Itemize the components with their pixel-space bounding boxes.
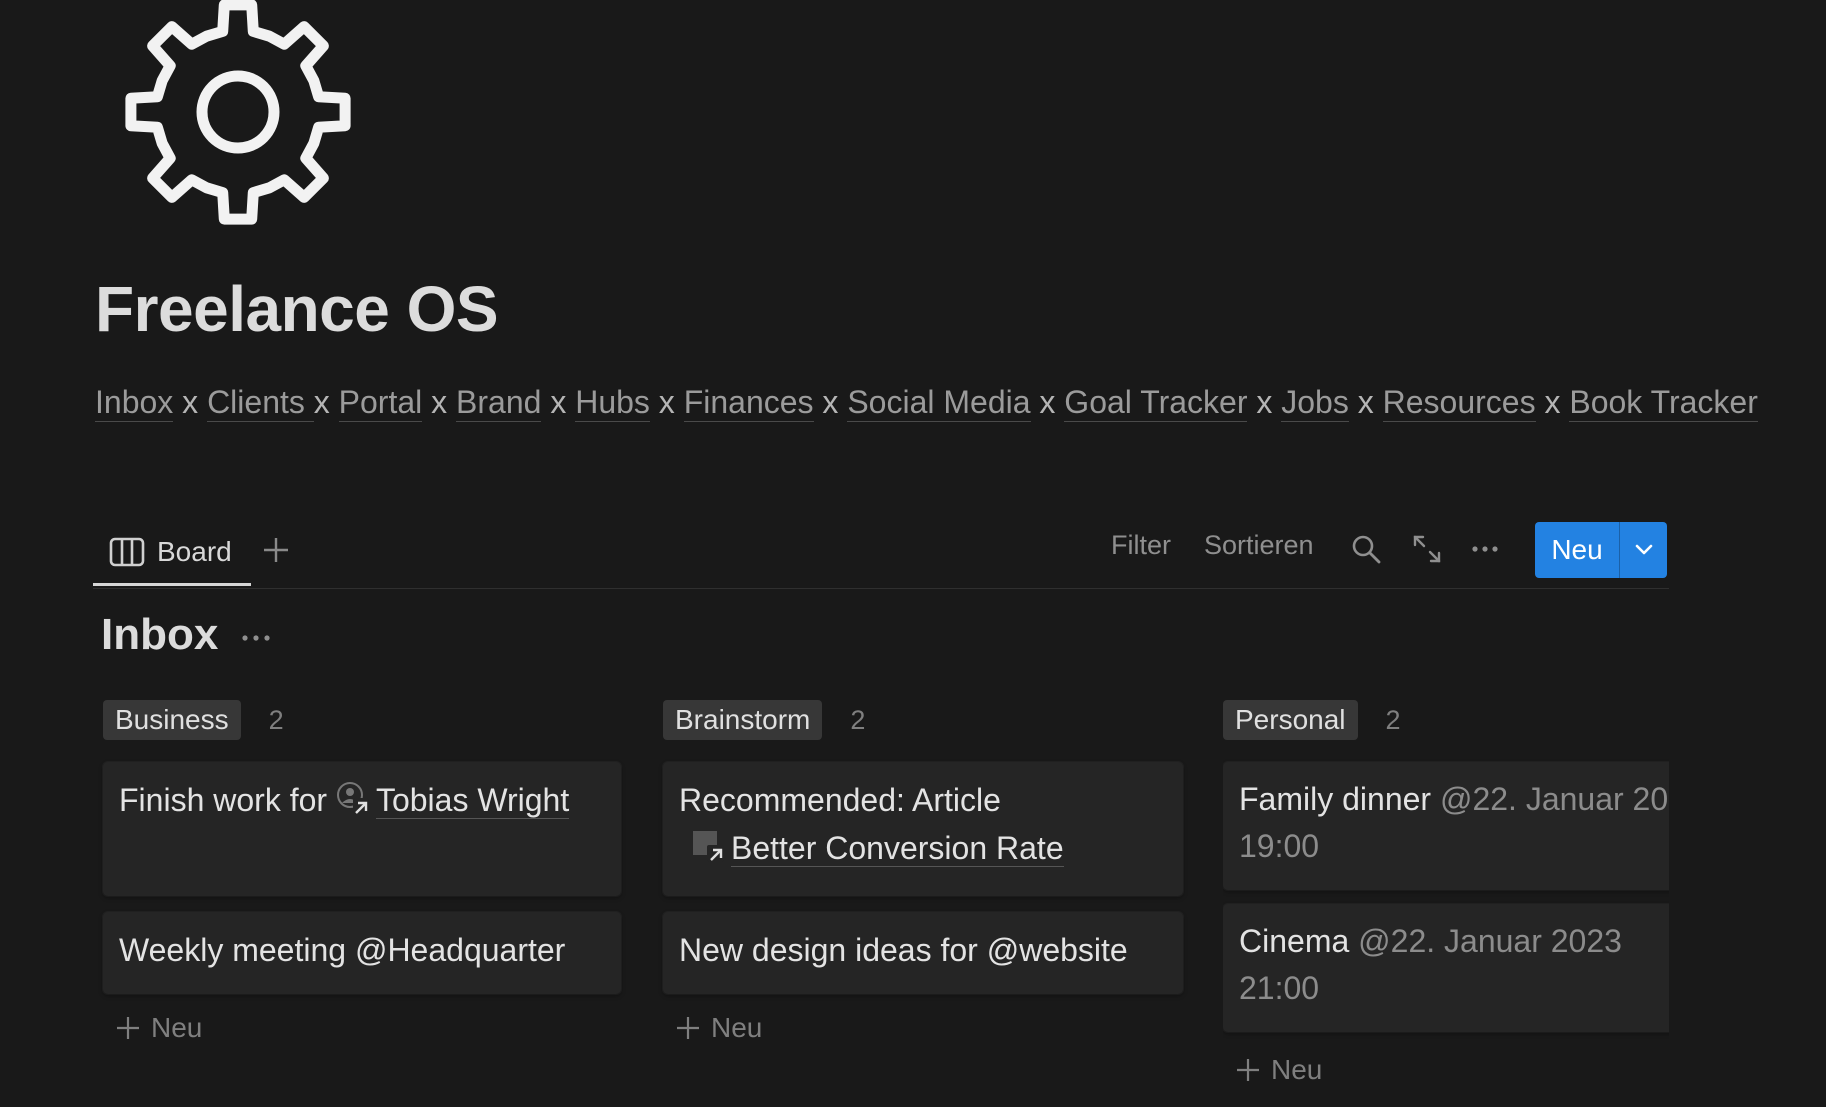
sort-button[interactable]: Sortieren <box>1204 530 1314 561</box>
card-title: Family dinner <box>1239 781 1432 817</box>
time-text: 19:00 <box>1239 828 1320 864</box>
board-card[interactable]: Recommended: Article Better Conversion R… <box>663 762 1183 896</box>
notion-page: Freelance OS Inbox x Clients x Portal x … <box>0 0 1826 1107</box>
group-more-icon[interactable] <box>238 624 274 652</box>
date-mention[interactable]: @22. Januar 2023 <box>1440 781 1669 817</box>
new-button-main[interactable]: Neu <box>1535 522 1619 578</box>
group-title[interactable]: Inbox <box>101 610 218 660</box>
board-icon <box>109 537 145 566</box>
search-icon[interactable] <box>1350 533 1382 565</box>
board-card[interactable]: Finish work for Tobias Wright <box>103 762 621 896</box>
add-card-label: Neu <box>151 1012 203 1043</box>
link-separator: x <box>1256 384 1273 420</box>
card-text: Recommended: Article <box>679 782 1001 818</box>
card-title: Cinema <box>1239 923 1350 959</box>
board-card[interactable]: Family dinner @22. Januar 2023 19:00 <box>1223 762 1669 890</box>
link-separator: x <box>658 384 675 420</box>
link-separator: x <box>182 384 199 420</box>
link-separator: x <box>822 384 839 420</box>
add-card-label: Neu <box>1271 1054 1323 1085</box>
status-tag[interactable]: Business <box>103 700 241 740</box>
board-card[interactable]: Weekly meeting @Headquarter <box>103 912 621 994</box>
card-text: Finish work for <box>119 782 336 818</box>
tab-board[interactable]: Board <box>93 520 251 586</box>
card-text: New design ideas for @website <box>679 932 1128 968</box>
board-card[interactable]: Cinema @22. Januar 2023 21:00 <box>1223 904 1669 1032</box>
add-view-icon[interactable] <box>259 533 293 567</box>
gear-icon[interactable] <box>118 0 358 230</box>
more-options-icon[interactable] <box>1469 533 1501 565</box>
plus-icon <box>117 1017 139 1039</box>
board-card[interactable]: New design ideas for @website <box>663 912 1183 994</box>
add-card-label: Neu <box>711 1012 763 1043</box>
page-link[interactable]: Social Media <box>847 384 1031 422</box>
column-count: 2 <box>850 704 866 735</box>
column-header: Personal 2 <box>1223 700 1401 740</box>
page-link[interactable]: Book Tracker <box>1569 384 1758 422</box>
page-mention[interactable]: Better Conversion Rate <box>731 830 1064 867</box>
page-link[interactable]: Clients <box>207 384 314 422</box>
filter-button[interactable]: Filter <box>1111 530 1171 561</box>
person-link-icon <box>336 782 369 814</box>
link-separator: x <box>313 384 330 420</box>
page-link-icon <box>693 831 724 862</box>
person-mention[interactable]: Tobias Wright <box>375 782 570 819</box>
add-card-button[interactable]: Neu <box>115 1012 202 1044</box>
time-text: 21:00 <box>1239 970 1320 1006</box>
plus-icon <box>1237 1059 1259 1081</box>
page-link[interactable]: Resources <box>1382 384 1536 422</box>
status-tag[interactable]: Personal <box>1223 700 1358 740</box>
add-card-button[interactable]: Neu <box>1235 1054 1322 1086</box>
column-count: 2 <box>1385 704 1401 735</box>
page-link[interactable]: Finances <box>683 384 814 422</box>
page-link[interactable]: Brand <box>456 384 542 422</box>
tab-board-label: Board <box>157 535 232 567</box>
link-separator: x <box>1357 384 1374 420</box>
link-separator: x <box>1544 384 1561 420</box>
new-button: Neu <box>1535 522 1667 578</box>
page-title[interactable]: Freelance OS <box>95 272 499 346</box>
card-text: Weekly meeting @Headquarter <box>119 932 566 968</box>
column-header: Brainstorm 2 <box>663 700 865 740</box>
page-link[interactable]: Portal <box>338 384 423 422</box>
expand-icon[interactable] <box>1411 533 1443 565</box>
link-separator: x <box>1039 384 1056 420</box>
date-mention[interactable]: @22. Januar 2023 <box>1358 923 1622 959</box>
status-tag[interactable]: Brainstorm <box>663 700 823 740</box>
view-toolbar: Board Filter Sortieren Neu <box>93 520 1669 589</box>
link-separator: x <box>550 384 567 420</box>
new-button-dropdown[interactable] <box>1620 522 1667 578</box>
add-card-button[interactable]: Neu <box>675 1012 762 1044</box>
page-link[interactable]: Jobs <box>1281 384 1349 422</box>
page-link[interactable]: Goal Tracker <box>1064 384 1248 422</box>
column-count: 2 <box>268 704 284 735</box>
chevron-down-icon <box>1635 544 1652 555</box>
plus-icon <box>677 1017 699 1039</box>
page-links-row: Inbox x Clients x Portal x Brand x Hubs … <box>95 378 1815 426</box>
link-separator: x <box>431 384 448 420</box>
page-link[interactable]: Inbox <box>95 384 174 422</box>
board-column-personal: Personal 2 Family dinner @22. Januar 202… <box>1223 698 1669 1107</box>
page-link[interactable]: Hubs <box>575 384 650 422</box>
column-header: Business 2 <box>103 700 284 740</box>
